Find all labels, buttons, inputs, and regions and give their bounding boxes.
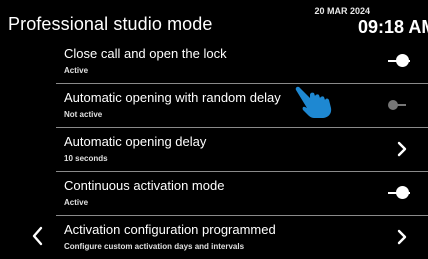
date-label: 20 MAR 2024: [314, 6, 370, 16]
setting-label: Close call and open the lock: [64, 46, 227, 61]
setting-status: Not active: [64, 110, 103, 119]
header: Professional studio mode 20 MAR 2024 09:…: [0, 0, 428, 44]
setting-label: Automatic opening delay: [64, 134, 207, 149]
chevron-right-icon[interactable]: [394, 140, 410, 158]
page-title: Professional studio mode: [8, 14, 213, 34]
clock-time: 09:18 AM: [358, 17, 428, 37]
setting-status: Active: [64, 66, 89, 75]
setting-row-close-call-open-lock[interactable]: Close call and open the lock Active: [56, 40, 428, 84]
chevron-left-icon[interactable]: [30, 225, 46, 247]
setting-status: Active: [64, 198, 89, 207]
setting-label: Activation configuration programmed: [64, 222, 276, 237]
pointing-hand-icon: [295, 86, 332, 118]
setting-status: 10 seconds: [64, 154, 108, 163]
setting-row-random-delay[interactable]: Automatic opening with random delay Not …: [56, 84, 428, 128]
settings-list: Close call and open the lock Active Auto…: [56, 40, 428, 259]
toggle-switch-on[interactable]: [388, 54, 410, 68]
toggle-knob: [396, 54, 409, 67]
setting-row-opening-delay[interactable]: Automatic opening delay 10 seconds: [56, 128, 428, 172]
toggle-knob: [396, 186, 409, 199]
toggle-switch-on[interactable]: [388, 186, 410, 200]
setting-status: Configure custom activation days and int…: [64, 242, 245, 251]
setting-row-continuous-activation[interactable]: Continuous activation mode Active: [56, 172, 428, 216]
toggle-knob: [388, 100, 398, 110]
chevron-right-icon[interactable]: [394, 228, 410, 246]
setting-row-activation-configuration[interactable]: Activation configuration programmed Conf…: [56, 216, 428, 259]
settings-screen: Professional studio mode 20 MAR 2024 09:…: [0, 0, 428, 258]
setting-label: Automatic opening with random delay: [64, 90, 281, 105]
toggle-switch-off[interactable]: [388, 98, 410, 112]
setting-label: Continuous activation mode: [64, 178, 225, 193]
